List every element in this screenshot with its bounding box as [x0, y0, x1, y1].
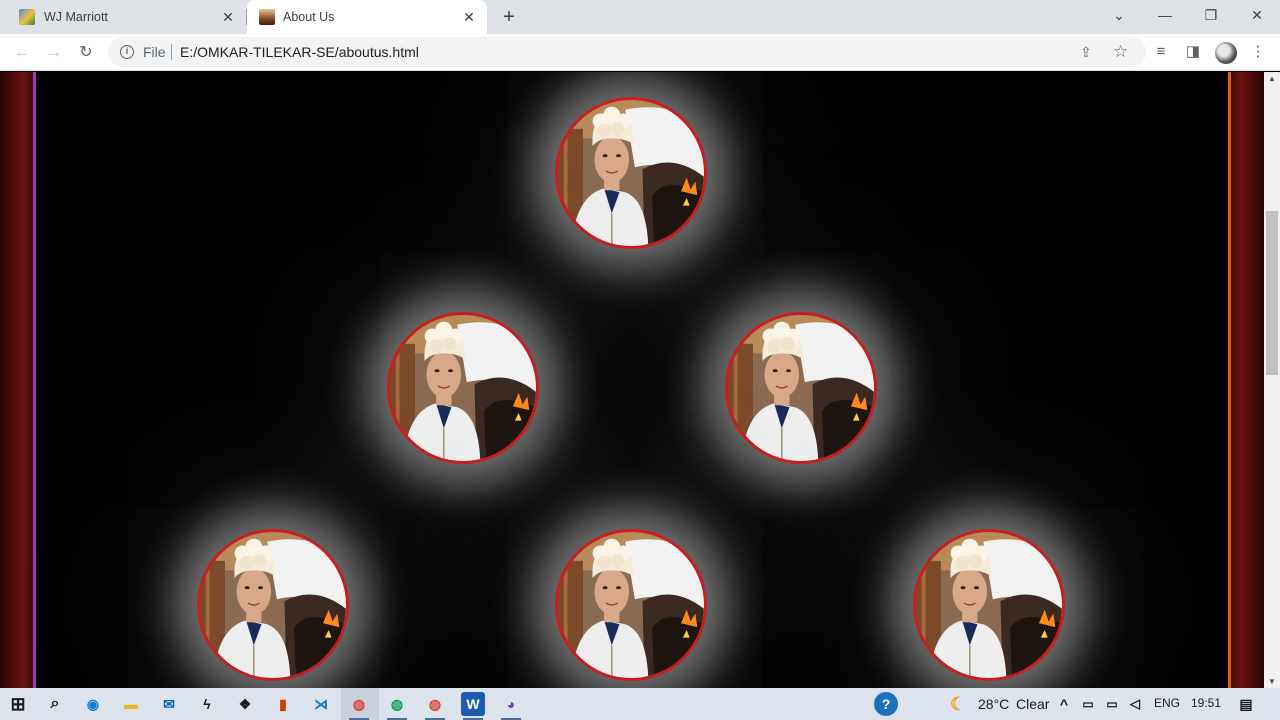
chevron-up-icon[interactable]: ^ [1052, 692, 1076, 716]
mail-icon[interactable]: ✉ [157, 692, 181, 716]
reading-list-icon[interactable]: ≡ [1151, 42, 1171, 62]
reload-button[interactable]: ↻ [74, 41, 98, 65]
chef-photo-2 [387, 312, 539, 464]
hotel-favicon-icon [19, 9, 35, 25]
battery-icon[interactable]: ▭ [1100, 692, 1124, 716]
moon-weather-icon: ☾ [949, 694, 967, 714]
chef-photo-6 [913, 529, 1065, 681]
chevron-down-icon: ⌄ [1113, 7, 1125, 23]
search-icon[interactable]: ⌕ [43, 692, 67, 716]
chef-photo-3 [725, 312, 877, 464]
close-icon: ✕ [1251, 7, 1263, 23]
new-tab-button[interactable]: + [498, 6, 520, 28]
scroll-up-icon[interactable]: ▲ [1268, 74, 1276, 83]
chef-photo-5 [555, 529, 707, 681]
chef-photo-4 [197, 529, 349, 681]
edge-browser-icon[interactable]: ◉ [81, 692, 105, 716]
close-tab-icon[interactable]: ✕ [220, 9, 236, 25]
scrollbar-thumb[interactable] [1266, 211, 1278, 375]
page-favicon-icon [259, 9, 275, 25]
page-viewport [0, 72, 1264, 688]
clock-time[interactable]: 19:51 [1191, 696, 1221, 710]
chrome-profile-icon[interactable]: ◍ [423, 692, 447, 720]
left-border-strip [0, 72, 36, 688]
share-icon[interactable]: ⇪ [1080, 44, 1098, 60]
restore-button[interactable]: ❐ [1188, 0, 1234, 32]
restore-icon: ❐ [1204, 7, 1218, 23]
github-desktop-icon[interactable]: ◕ [499, 692, 523, 720]
windows-start-icon[interactable]: ⊞ [6, 692, 30, 716]
vertical-scrollbar[interactable]: ▲ ▼ [1264, 72, 1280, 688]
weather-condition[interactable]: Clear [1016, 696, 1049, 712]
tab-title: WJ Marriott [44, 10, 108, 24]
security-label: File [143, 44, 166, 60]
minimize-button[interactable]: — [1142, 0, 1188, 32]
tab-about-us[interactable]: About Us ✕ [247, 0, 487, 34]
address-bar[interactable]: i File E:/OMKAR-TILEKAR-SE/aboutus.html … [108, 37, 1146, 67]
volume-icon[interactable]: ◁ [1123, 692, 1147, 716]
forward-button[interactable]: → [42, 41, 66, 65]
network-icon[interactable]: ▭ [1076, 692, 1100, 716]
browser-toolbar: ← → ↻ i File E:/OMKAR-TILEKAR-SE/aboutus… [0, 34, 1280, 71]
chrome-icon[interactable]: ◍ [347, 692, 371, 720]
omnibox-divider [171, 44, 172, 60]
bookmark-star-icon[interactable]: ☆ [1113, 42, 1128, 62]
scroll-down-icon[interactable]: ▼ [1268, 677, 1276, 686]
weather-temperature[interactable]: 28°C [978, 696, 1009, 712]
minimize-icon: — [1158, 7, 1172, 23]
vscode-icon[interactable]: ⋊ [309, 692, 333, 716]
side-panel-icon[interactable]: ◨ [1183, 42, 1203, 62]
notification-icon[interactable]: ▤ [1234, 692, 1258, 716]
tab-title: About Us [283, 10, 335, 24]
windows-taskbar: ⊞ ⌕ ◉ ▬ ✉ ϟ ❖ ▮ ⋊ ◍ ◍ ◍ W ◕ ? ☾ 28°C Cle… [0, 688, 1280, 720]
close-tab-icon[interactable]: ✕ [461, 9, 477, 25]
menu-kebab-icon[interactable]: ⋮ [1248, 42, 1268, 62]
chef-photo-1 [555, 97, 707, 249]
word-icon[interactable]: W [461, 692, 485, 720]
tab-strip: WJ Marriott ✕ About Us ✕ + ⌄ — ❐ ✕ [0, 0, 1280, 34]
dropbox-icon[interactable]: ❖ [233, 692, 257, 716]
language-indicator[interactable]: ENG [1154, 696, 1180, 710]
file-explorer-icon[interactable]: ▬ [119, 692, 143, 716]
right-border-strip [1228, 72, 1264, 688]
office-icon[interactable]: ▮ [271, 692, 295, 716]
arrow-right-icon: → [46, 44, 62, 61]
lightning-app-icon[interactable]: ϟ [195, 692, 219, 716]
arrow-left-icon: ← [14, 44, 30, 61]
close-window-button[interactable]: ✕ [1234, 0, 1280, 32]
tab-wj-marriott[interactable]: WJ Marriott ✕ [0, 0, 246, 34]
back-button[interactable]: ← [10, 41, 34, 65]
profile-avatar[interactable] [1215, 42, 1237, 64]
chrome-profile-icon[interactable]: ◍ [385, 692, 409, 720]
url-text[interactable]: E:/OMKAR-TILEKAR-SE/aboutus.html [180, 44, 419, 60]
reload-icon: ↻ [79, 44, 93, 61]
help-icon[interactable]: ? [874, 692, 898, 716]
info-icon[interactable]: i [120, 45, 134, 59]
tab-search-button[interactable]: ⌄ [1096, 0, 1142, 32]
